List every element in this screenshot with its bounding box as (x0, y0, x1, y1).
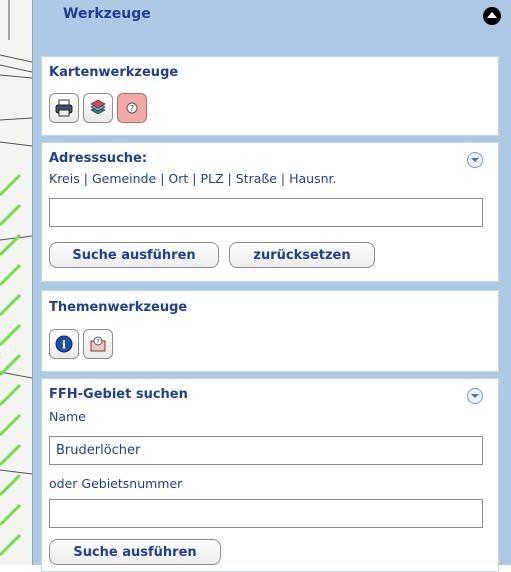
ffh-number-input[interactable] (49, 499, 483, 528)
section-title: Kartenwerkzeuge (49, 65, 179, 80)
info-icon: i (55, 335, 73, 353)
section-title: FFH-Gebiet suchen (49, 387, 188, 402)
expand-ffh-icon[interactable] (467, 388, 483, 404)
section-title: Adresssuche: (49, 151, 148, 166)
section-themenwerkzeuge: Themenwerkzeuge i ? (41, 290, 499, 372)
separator: | (227, 171, 232, 186)
theme-help-button[interactable]: ? (83, 329, 113, 359)
address-search-input[interactable] (49, 198, 483, 227)
number-label: oder Gebietsnummer (49, 476, 183, 491)
section-adresssuche: Adresssuche: Kreis | Gemeinde | Ort | PL… (41, 142, 499, 282)
ffh-name-input[interactable] (49, 436, 483, 465)
link-strasse[interactable]: Straße (236, 171, 277, 186)
svg-text:?: ? (130, 104, 134, 113)
svg-text:i: i (62, 339, 66, 352)
link-plz[interactable]: PLZ (200, 171, 223, 186)
separator: | (83, 171, 88, 186)
help-icon: ? (90, 336, 106, 352)
panel-title: Werkzeuge (63, 6, 151, 22)
link-kreis[interactable]: Kreis (49, 171, 80, 186)
layers-icon (90, 99, 106, 115)
address-search-button[interactable]: Suche ausführen (49, 242, 219, 268)
expand-adresssuche-icon[interactable] (467, 152, 483, 168)
help-tool-button[interactable]: ? (117, 93, 147, 123)
print-map-button[interactable] (49, 93, 79, 123)
separator: | (192, 171, 197, 186)
layers-button[interactable] (83, 93, 113, 123)
collapse-panel-button[interactable] (483, 7, 501, 25)
name-label: Name (49, 409, 86, 424)
help-icon: ? (126, 102, 138, 114)
address-reset-button[interactable]: zurücksetzen (229, 242, 375, 268)
separator: | (160, 171, 165, 186)
print-icon (55, 99, 73, 117)
map-area[interactable] (0, 0, 32, 565)
link-hausnr[interactable]: Hausnr. (289, 171, 336, 186)
section-kartenwerkzeuge: Kartenwerkzeuge ? (41, 56, 499, 136)
separator: | (280, 171, 286, 186)
tools-panel: Werkzeuge Kartenwerkzeuge ? Adresssuche:… (32, 0, 511, 572)
info-tool-button[interactable]: i (49, 329, 79, 359)
address-levels: Kreis | Gemeinde | Ort | PLZ | Straße | … (49, 171, 337, 186)
link-gemeinde[interactable]: Gemeinde (92, 171, 156, 186)
link-ort[interactable]: Ort (168, 171, 188, 186)
map-drawing (0, 0, 32, 557)
section-title: Themenwerkzeuge (49, 300, 188, 315)
svg-text:?: ? (96, 338, 99, 346)
section-ffh-gebiet: FFH-Gebiet suchen Name oder Gebietsnumme… (41, 378, 499, 572)
ffh-search-button[interactable]: Suche ausführen (49, 539, 221, 565)
